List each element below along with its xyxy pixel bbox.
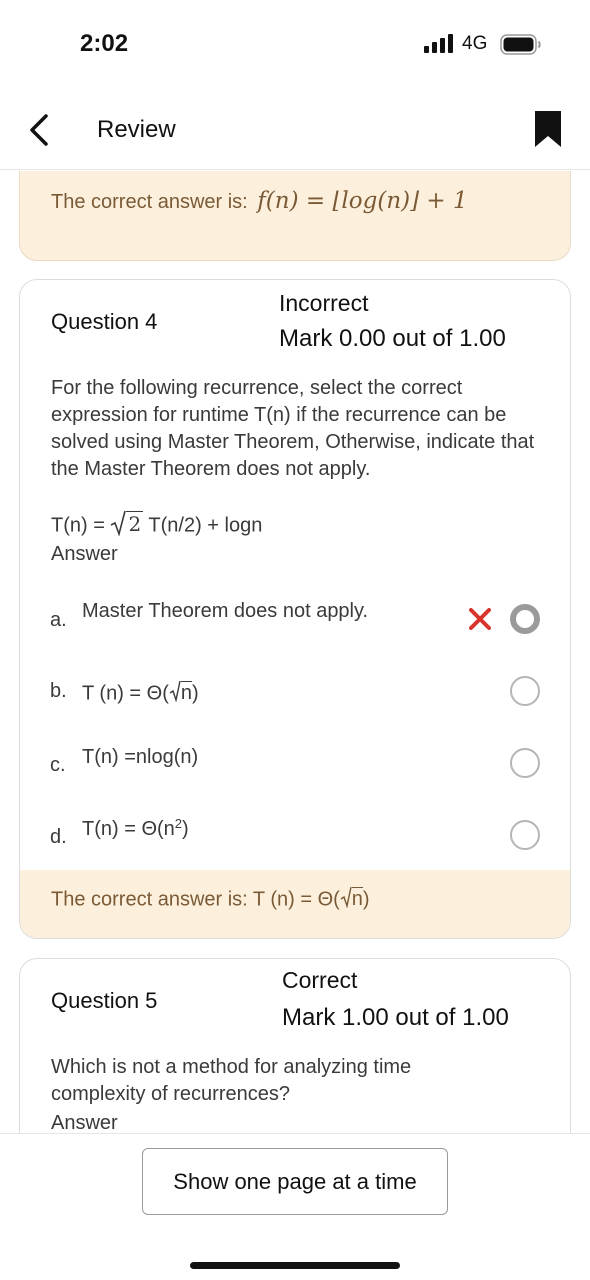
option-radicand: n (180, 681, 192, 705)
previous-correct-answer-panel: The correct answer is: f(n) = ⌊log(n)⌋ +… (19, 171, 571, 261)
status-bar: 2:02 4G (0, 0, 590, 90)
answer-label: Answer (51, 543, 118, 565)
correct-answer-prefix: The correct answer is: T (n) = Θ( (51, 888, 340, 911)
question-status: Correct (282, 967, 358, 993)
correct-answer: The correct answer is: T (n) = Θ( n) (51, 886, 370, 914)
option-superscript: 2 (174, 816, 183, 831)
equation-radicand: 2 (126, 511, 144, 537)
question-text: For the following recurrence, select the… (51, 377, 535, 480)
question-mark: Mark 1.00 out of 1.00 (282, 1004, 509, 1031)
option-letter: b. (50, 680, 67, 702)
option-text-after: ) (182, 818, 189, 840)
question-number: Question 5 (51, 988, 158, 1013)
quiz-review-content[interactable]: The correct answer is: f(n) = ⌊log(n)⌋ +… (0, 171, 590, 1133)
back-chevron-icon[interactable] (26, 112, 54, 153)
recurrence-equation: T(n) = 2 T(n/2) + logn (51, 510, 262, 542)
network-type: 4G (462, 33, 488, 54)
option-text: T(n) =nlog(n) (82, 746, 199, 768)
question-number: Question 4 (51, 309, 158, 334)
page-title: Review (97, 116, 176, 143)
radio-button[interactable] (510, 676, 540, 706)
radio-button[interactable] (510, 748, 540, 778)
option-b[interactable]: b. T (n) = Θ( n) (20, 667, 570, 717)
bottom-bar: Show one page at a time (0, 1133, 590, 1280)
equation-left: T(n) = (51, 514, 105, 537)
question-mark: Mark 0.00 out of 1.00 (279, 325, 506, 352)
show-one-page-button[interactable]: Show one page at a time (142, 1148, 448, 1215)
correct-answer-panel: The correct answer is: T (n) = Θ( n) (20, 870, 570, 938)
question-text: Which is not a method for analyzing time… (51, 1056, 412, 1105)
previous-correct-answer-formula: f(n) = ⌊log(n)⌋ + 1 (257, 188, 468, 214)
previous-correct-answer-label: The correct answer is: (51, 191, 248, 213)
option-letter: c. (50, 754, 66, 776)
option-letter: a. (50, 609, 67, 631)
question-5-card: Question 5 Correct Mark 1.00 out of 1.00… (19, 958, 571, 1133)
bookmark-icon[interactable] (534, 110, 562, 153)
battery-icon (500, 34, 542, 61)
incorrect-x-icon (468, 607, 492, 631)
option-text: Master Theorem does not apply. (82, 600, 369, 622)
correct-answer-suffix: ) (362, 888, 370, 911)
option-letter: d. (50, 826, 67, 848)
option-text-before: T(n) = Θ(n (82, 818, 175, 840)
status-time: 2:02 (80, 30, 129, 57)
equation-right: T(n/2) + logn (148, 514, 263, 537)
question-4-card: Question 4 Incorrect Mark 0.00 out of 1.… (19, 279, 571, 939)
previous-correct-answer: The correct answer is: f(n) = ⌊log(n)⌋ +… (51, 188, 468, 214)
radio-button-selected[interactable] (510, 604, 540, 634)
option-text-after: ) (192, 682, 199, 705)
option-d[interactable]: d. T(n) = Θ(n2) (20, 810, 570, 860)
option-text-before: T (n) = Θ( (82, 682, 169, 705)
sqrt-icon (110, 510, 127, 542)
option-a[interactable]: a. Master Theorem does not apply. (20, 595, 570, 645)
option-text: T (n) = Θ( n) (82, 680, 199, 708)
nav-bar: Review (0, 90, 590, 170)
option-c[interactable]: c. T(n) =nlog(n) (20, 738, 570, 788)
radio-button[interactable] (510, 820, 540, 850)
home-indicator[interactable] (190, 1262, 400, 1269)
sqrt-icon (169, 680, 181, 708)
correct-answer-radicand: n (351, 887, 363, 911)
question-status: Incorrect (279, 290, 369, 316)
answer-label: Answer (51, 1112, 118, 1133)
signal-strength-icon (424, 34, 456, 59)
sqrt-icon (340, 886, 352, 914)
option-text: T(n) = Θ(n2) (82, 816, 189, 841)
